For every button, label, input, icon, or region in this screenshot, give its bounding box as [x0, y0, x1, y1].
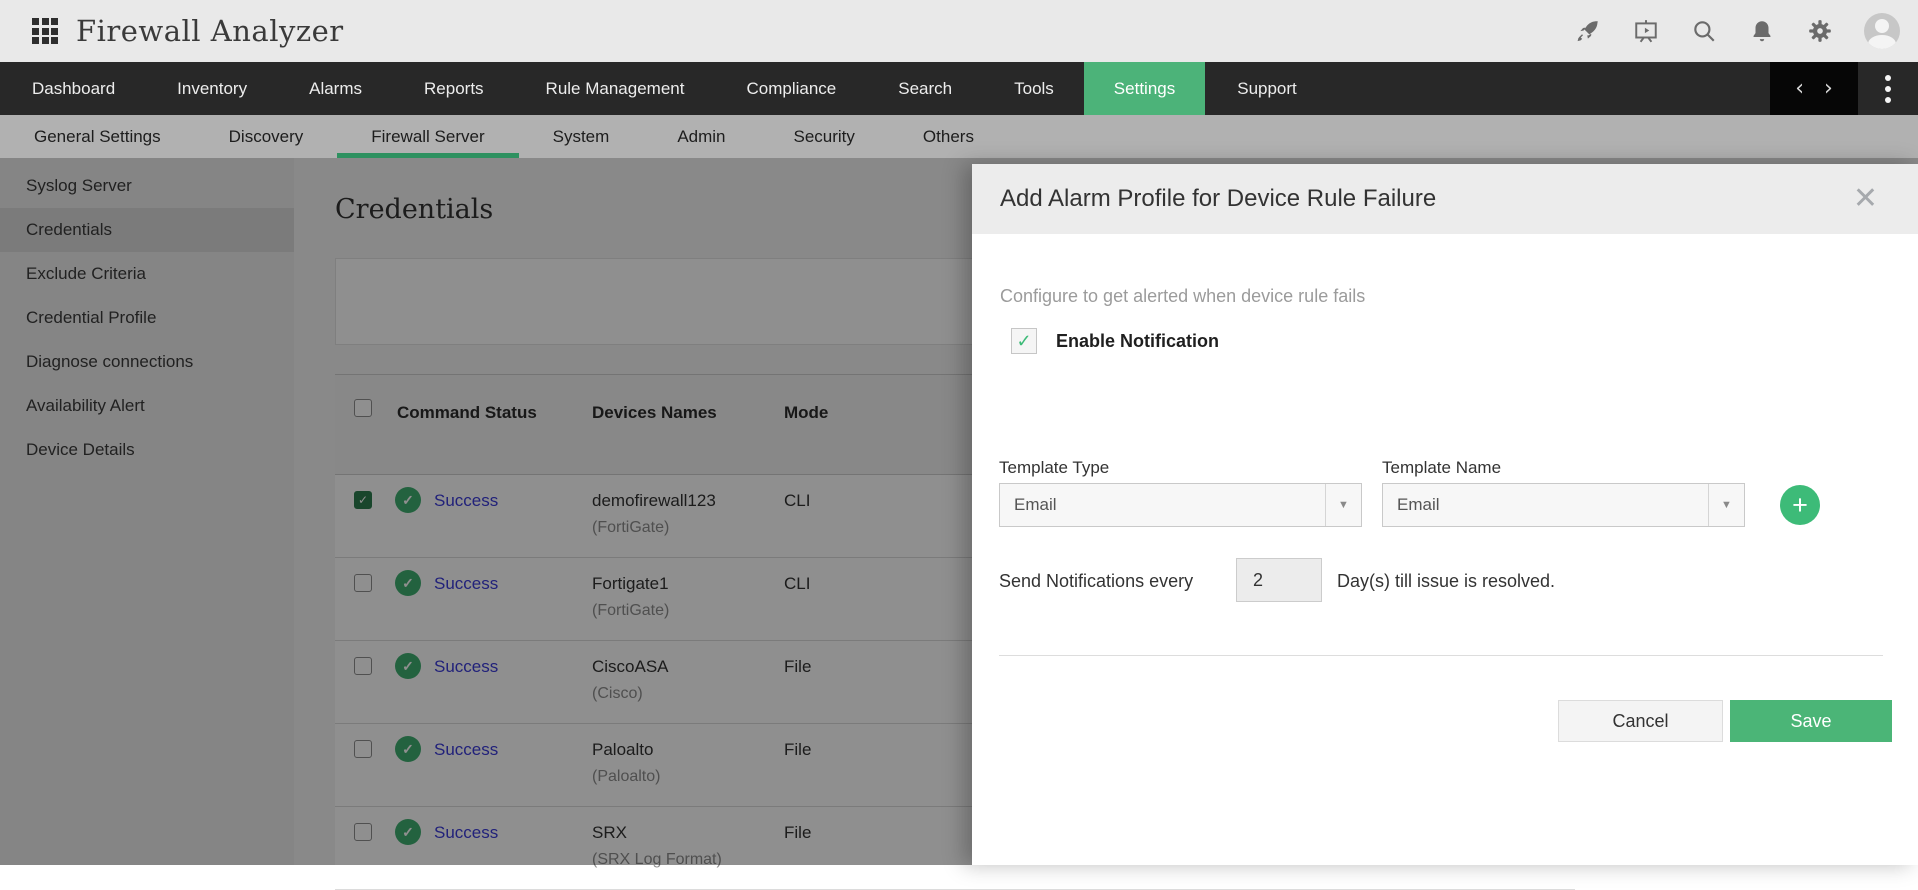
nav-item-settings[interactable]: Settings — [1084, 62, 1205, 115]
add-template-button[interactable]: + — [1780, 485, 1820, 525]
subnav-item-general-settings[interactable]: General Settings — [0, 115, 195, 158]
nav-item-support[interactable]: Support — [1207, 62, 1327, 115]
close-icon[interactable]: ✕ — [1853, 184, 1878, 214]
subnav-item-discovery[interactable]: Discovery — [195, 115, 338, 158]
template-name-dropdown[interactable]: Email ▼ — [1382, 483, 1745, 527]
avatar-torso-shape — [1868, 35, 1896, 49]
template-name-label: Template Name — [1382, 458, 1501, 478]
nav-item-rule-management[interactable]: Rule Management — [516, 62, 715, 115]
search-icon[interactable] — [1690, 17, 1718, 45]
template-name-value: Email — [1383, 495, 1440, 515]
subnav-item-security[interactable]: Security — [760, 115, 889, 158]
send-notifications-label: Send Notifications every — [999, 571, 1193, 592]
gear-icon[interactable] — [1806, 17, 1834, 45]
avatar-head-shape — [1875, 19, 1889, 33]
nav-item-search[interactable]: Search — [868, 62, 982, 115]
save-button[interactable]: Save — [1730, 700, 1892, 742]
subnav-item-firewall-server[interactable]: Firewall Server — [337, 115, 518, 158]
nav-item-alarms[interactable]: Alarms — [279, 62, 392, 115]
nav-item-dashboard[interactable]: Dashboard — [2, 62, 145, 115]
kebab-menu-icon[interactable] — [1858, 62, 1918, 115]
cancel-button[interactable]: Cancel — [1558, 700, 1723, 742]
template-type-dropdown[interactable]: Email ▼ — [999, 483, 1362, 527]
interval-days-input[interactable] — [1236, 558, 1322, 602]
nav-scroll-arrows: ‹ › — [1770, 62, 1858, 115]
add-alarm-profile-modal: Add Alarm Profile for Device Rule Failur… — [972, 164, 1918, 865]
enable-notification-checkbox[interactable]: ✓ — [1011, 328, 1037, 354]
nav-item-inventory[interactable]: Inventory — [147, 62, 277, 115]
days-till-resolved-label: Day(s) till issue is resolved. — [1337, 571, 1555, 592]
presentation-icon[interactable] — [1632, 17, 1660, 45]
chevron-down-icon[interactable]: ▼ — [1708, 484, 1744, 526]
nav-item-reports[interactable]: Reports — [394, 62, 514, 115]
nav-item-tools[interactable]: Tools — [984, 62, 1084, 115]
user-avatar[interactable] — [1864, 13, 1900, 49]
nav-item-compliance[interactable]: Compliance — [716, 62, 866, 115]
template-type-label: Template Type — [999, 458, 1109, 478]
modal-body: Configure to get alerted when device rul… — [972, 234, 1918, 865]
subnav-item-others[interactable]: Others — [889, 115, 1008, 158]
header-actions — [1574, 13, 1900, 49]
modal-header: Add Alarm Profile for Device Rule Failur… — [972, 164, 1918, 234]
app-title: Firewall Analyzer — [76, 14, 344, 48]
nav-spacer — [1327, 62, 1770, 115]
enable-notification-label: Enable Notification — [1056, 331, 1219, 352]
main-nav: Dashboard Inventory Alarms Reports Rule … — [0, 62, 1918, 115]
chevron-down-icon[interactable]: ▼ — [1325, 484, 1361, 526]
bell-icon[interactable] — [1748, 17, 1776, 45]
subnav-item-system[interactable]: System — [519, 115, 644, 158]
modal-title: Add Alarm Profile for Device Rule Failur… — [1000, 185, 1436, 213]
chevron-right-icon[interactable]: › — [1824, 78, 1833, 100]
app-header: Firewall Analyzer — [0, 0, 1918, 62]
rocket-icon[interactable] — [1574, 17, 1602, 45]
plus-icon: + — [1792, 492, 1808, 519]
app-launcher-grid-icon[interactable] — [32, 18, 58, 44]
modal-divider — [999, 655, 1883, 656]
chevron-left-icon[interactable]: ‹ — [1795, 78, 1804, 100]
settings-subnav: General Settings Discovery Firewall Serv… — [0, 115, 1918, 158]
template-type-value: Email — [1000, 495, 1057, 515]
modal-subtitle: Configure to get alerted when device rul… — [1000, 286, 1365, 307]
subnav-item-admin[interactable]: Admin — [643, 115, 759, 158]
